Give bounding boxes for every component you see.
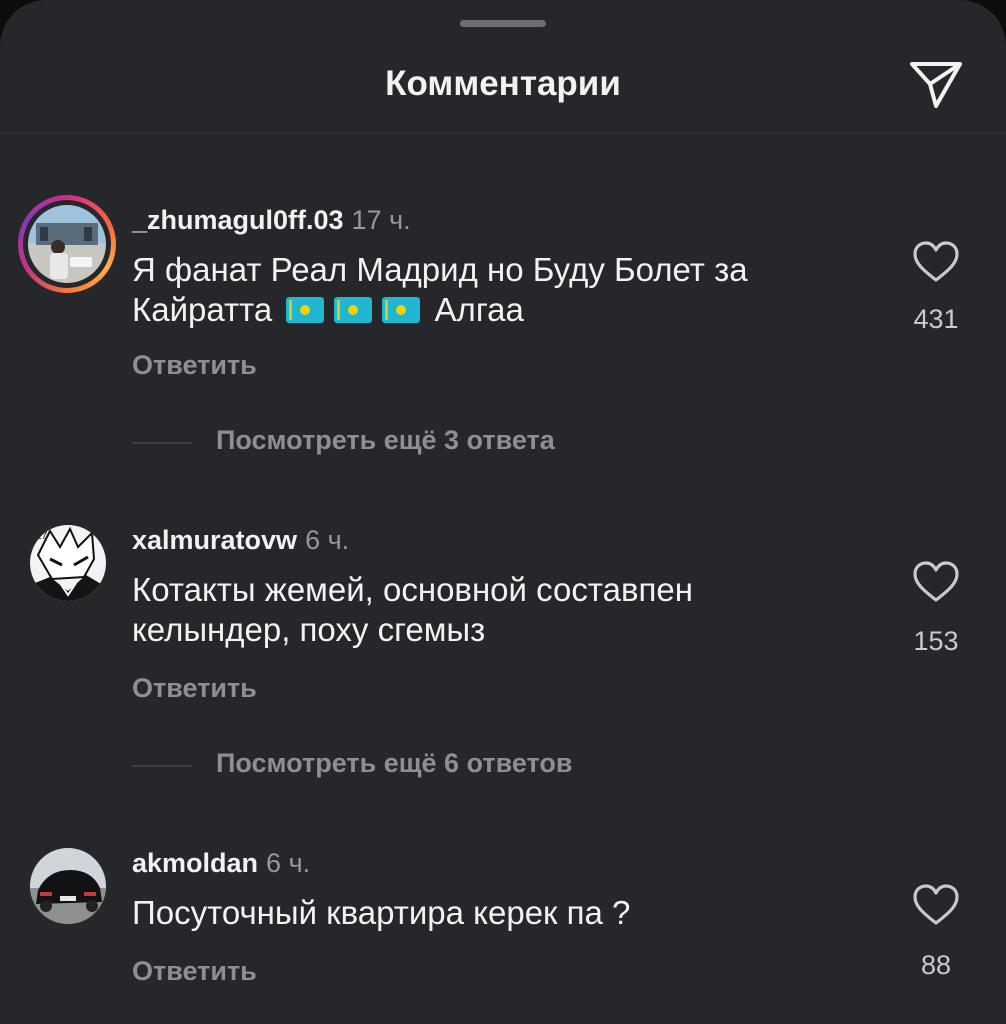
- view-replies-label: Посмотреть ещё 3 ответа: [216, 425, 555, 455]
- kazakhstan-flag-icon: [334, 297, 373, 323]
- comment-text-line: Посуточный квартира керек па ?: [132, 894, 631, 931]
- comment-item: 17 xalmuratovw 6 ч. Котакты жемей, основн…: [0, 525, 1006, 778]
- comment-time: 6 ч.: [305, 525, 350, 555]
- comment-username[interactable]: _zhumagul0ff.03: [132, 205, 344, 235]
- comment-text-line: Котакты жемей, основной составпен: [132, 571, 693, 608]
- sheet-grabber-handle[interactable]: [460, 20, 546, 27]
- view-replies-label: Посмотреть ещё 6 ответов: [216, 748, 573, 778]
- replies-divider-line: [132, 765, 192, 767]
- like-heart-icon[interactable]: [913, 561, 959, 603]
- view-replies-button[interactable]: Посмотреть ещё 6 ответов: [132, 746, 832, 786]
- like-count: 431: [913, 304, 959, 334]
- like-count: 153: [913, 626, 959, 656]
- like-heart-icon[interactable]: [913, 884, 959, 926]
- avatar[interactable]: 17: [30, 525, 106, 601]
- reply-button[interactable]: Ответить: [132, 956, 257, 987]
- send-icon[interactable]: [906, 54, 966, 114]
- comment-text: Я фанат Реал Мадрид но Буду Болет за Кай…: [132, 250, 852, 330]
- svg-text:17: 17: [36, 531, 48, 542]
- avatar[interactable]: [30, 848, 106, 924]
- comments-header: Комментарии: [0, 40, 1006, 130]
- avatar[interactable]: [28, 205, 106, 283]
- comment-text: Посуточный квартира керек па ?: [132, 893, 852, 933]
- page-title: Комментарии: [385, 64, 621, 103]
- reply-button[interactable]: Ответить: [132, 673, 257, 704]
- comment-text-line: келындер, поху сгемыз: [132, 611, 486, 648]
- comment-time: 17 ч.: [351, 205, 411, 235]
- kazakhstan-flag-icon: [286, 297, 325, 323]
- kazakhstan-flag-icon: [382, 297, 421, 323]
- like-heart-icon[interactable]: [913, 241, 959, 283]
- replies-divider-line: [132, 442, 192, 444]
- comment-username[interactable]: akmoldan: [132, 848, 258, 878]
- comment-text: Котакты жемей, основной составпен келынд…: [132, 570, 852, 650]
- comment-time: 6 ч.: [266, 848, 311, 878]
- reply-button[interactable]: Ответить: [132, 350, 257, 381]
- comment-item: akmoldan 6 ч. Посуточный квартира керек п…: [0, 848, 1006, 1024]
- comment-text-line: Кайратта Алгаа: [132, 291, 524, 328]
- view-replies-button[interactable]: Посмотреть ещё 3 ответа: [132, 423, 832, 463]
- comment-item: _zhumagul0ff.03 17 ч. Я фанат Реал Мадрид…: [0, 195, 1006, 455]
- like-count: 88: [920, 950, 952, 980]
- comments-sheet: Комментарии _zhumagul0ff.03 17 ч. Я фана…: [0, 0, 1006, 1024]
- header-divider: [0, 133, 1006, 134]
- comment-text-line: Я фанат Реал Мадрид но Буду Болет за: [132, 251, 748, 288]
- comment-username[interactable]: xalmuratovw: [132, 525, 297, 555]
